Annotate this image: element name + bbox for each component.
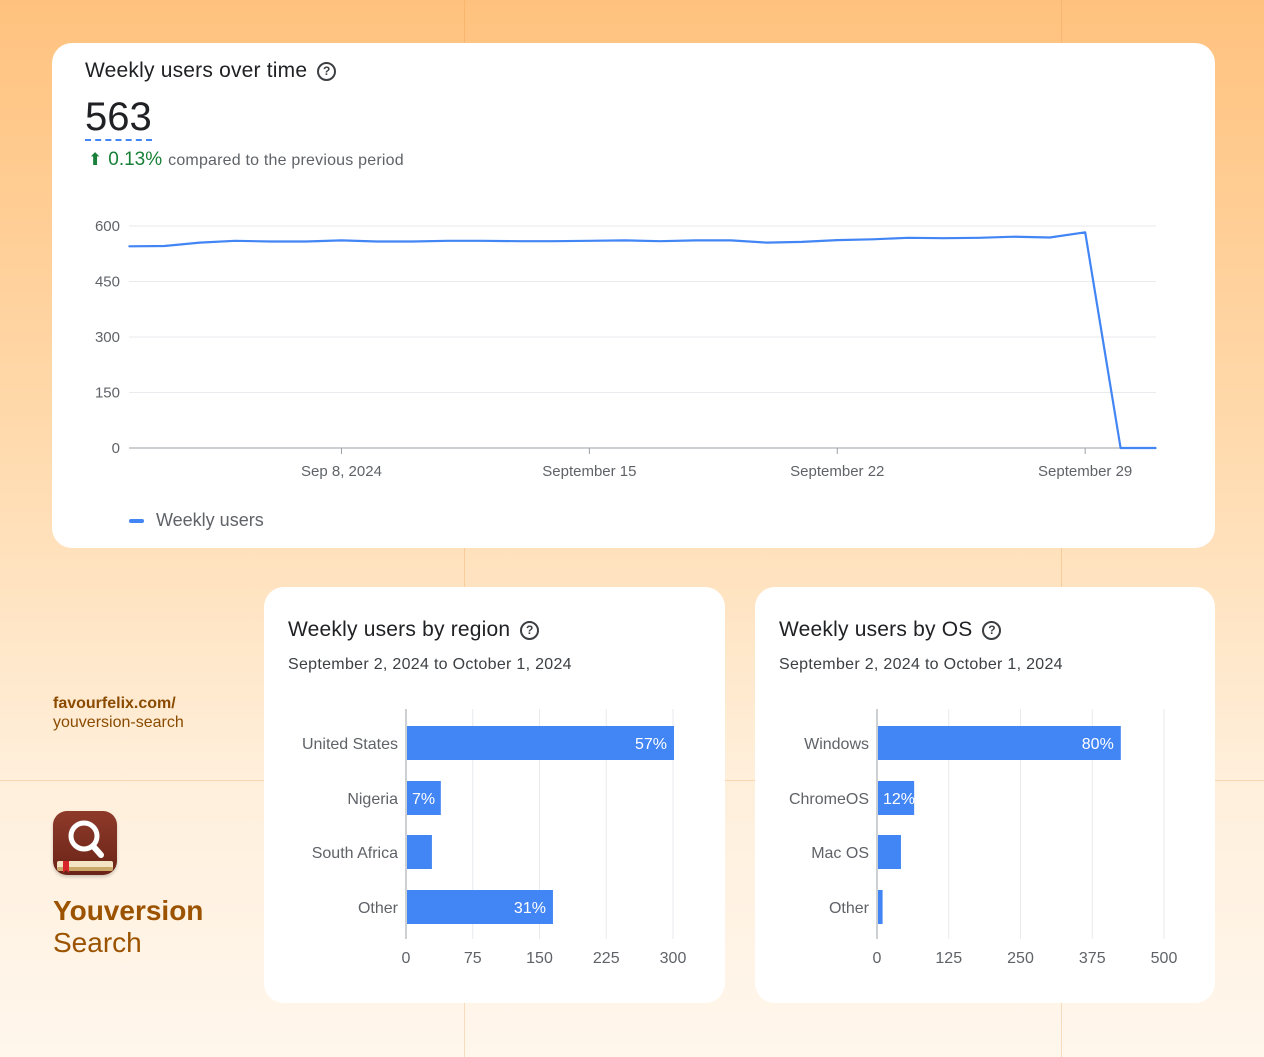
date-range: September 2, 2024 to October 1, 2024 bbox=[288, 656, 572, 673]
y-tick-label: 450 bbox=[95, 274, 120, 291]
card-title: Weekly users by OS ? bbox=[779, 618, 1002, 642]
data-point bbox=[623, 239, 626, 242]
weekly-users-by-os-card: Weekly users by OS ? September 2, 2024 t… bbox=[755, 587, 1215, 1003]
data-point bbox=[1084, 231, 1086, 234]
brand-url: favourfelix.com/ youversion-search bbox=[53, 694, 184, 732]
brand-url-domain: favourfelix.com/ bbox=[53, 695, 176, 712]
data-point bbox=[269, 240, 272, 243]
data-point bbox=[199, 241, 201, 244]
bar bbox=[407, 726, 674, 760]
data-point bbox=[694, 239, 697, 242]
card-title: Weekly users over time ? bbox=[85, 59, 337, 83]
x-tick-label: 250 bbox=[1007, 950, 1034, 967]
os-bar-chart: 0 125 250 375 500 Windows 80% ChromeOS 12% Mac OS… bbox=[789, 709, 1178, 967]
data-point bbox=[1013, 235, 1016, 238]
data-point bbox=[765, 241, 768, 244]
brand-name: Youversion Search bbox=[53, 895, 203, 959]
data-point bbox=[801, 241, 803, 243]
change-percent: 0.13% bbox=[108, 149, 163, 170]
region-bar-chart: 0 75 150 225 300 United States 57% Nigeria 7% Sou… bbox=[302, 709, 687, 967]
data-point bbox=[446, 240, 449, 242]
data-point bbox=[128, 245, 130, 248]
legend-label: Weekly users bbox=[156, 510, 264, 530]
chart-legend: Weekly users bbox=[129, 510, 264, 531]
data-point bbox=[163, 245, 166, 247]
y-tick-label: 600 bbox=[95, 218, 120, 235]
category-label: South Africa bbox=[312, 845, 398, 862]
card-title: Weekly users by region ? bbox=[288, 618, 540, 642]
data-point bbox=[411, 240, 414, 243]
x-tick-label: 300 bbox=[660, 950, 687, 967]
category-label: Mac OS bbox=[811, 845, 869, 862]
data-point bbox=[553, 240, 555, 242]
data-point bbox=[836, 239, 839, 241]
data-point bbox=[659, 240, 662, 242]
category-label: Nigeria bbox=[347, 791, 398, 808]
bar bbox=[878, 835, 901, 869]
category-label: ChromeOS bbox=[789, 791, 869, 808]
data-point bbox=[871, 238, 874, 241]
data-point bbox=[588, 240, 591, 242]
x-tick-label: 500 bbox=[1151, 950, 1178, 967]
data-point bbox=[340, 239, 343, 242]
x-tick-label: 125 bbox=[935, 950, 962, 967]
x-tick-label: September 15 bbox=[542, 463, 636, 480]
change-description: compared to the previous period bbox=[168, 152, 404, 169]
data-point bbox=[1155, 447, 1157, 449]
card-title-text: Weekly users over time bbox=[85, 59, 308, 82]
category-label: Windows bbox=[804, 736, 869, 753]
x-tick-label: 0 bbox=[873, 950, 882, 967]
bar-value-label: 7% bbox=[412, 791, 435, 808]
data-point bbox=[907, 237, 909, 239]
weekly-users-line-chart: 0 150 300 450 600 Sep 8, 2024 September 15 Sept… bbox=[95, 218, 1157, 480]
brand-url-path: youversion-search bbox=[53, 714, 184, 731]
weekly-users-by-region-card: Weekly users by region ? September 2, 20… bbox=[264, 587, 725, 1003]
series-line-weekly-users bbox=[128, 231, 1156, 450]
x-tick-label: Sep 8, 2024 bbox=[301, 463, 382, 480]
brand-name-secondary: Search bbox=[53, 927, 142, 958]
brand-name-primary: Youversion bbox=[53, 895, 204, 926]
y-tick-label: 300 bbox=[95, 329, 120, 346]
help-icon[interactable]: ? bbox=[520, 620, 540, 640]
data-point bbox=[730, 239, 732, 242]
data-point bbox=[376, 240, 378, 243]
change-indicator: ⬆ 0.13% compared to the previous period bbox=[88, 149, 404, 171]
magnifier-book-icon bbox=[53, 811, 117, 875]
bar-value-label: 12% bbox=[883, 791, 915, 808]
bar-value-label: 80% bbox=[1082, 736, 1114, 753]
y-tick-label: 0 bbox=[112, 440, 120, 457]
data-point bbox=[305, 240, 307, 243]
x-tick-label: 150 bbox=[526, 950, 553, 967]
x-tick-label: September 22 bbox=[790, 463, 884, 480]
x-tick-label: September 29 bbox=[1038, 463, 1132, 480]
total-weekly-users-value: 563 bbox=[85, 95, 152, 141]
arrow-up-icon: ⬆ bbox=[88, 150, 103, 169]
help-icon[interactable]: ? bbox=[317, 61, 337, 81]
data-point bbox=[1048, 236, 1051, 239]
bar bbox=[878, 890, 883, 924]
bar-value-label: 31% bbox=[514, 900, 546, 917]
date-range: September 2, 2024 to October 1, 2024 bbox=[779, 656, 1063, 673]
x-tick-label: 225 bbox=[593, 950, 620, 967]
data-point bbox=[942, 237, 945, 240]
category-label: Other bbox=[358, 900, 399, 917]
x-tick-label: 375 bbox=[1079, 950, 1106, 967]
legend-swatch bbox=[129, 518, 144, 523]
category-label: United States bbox=[302, 736, 398, 753]
bar bbox=[407, 835, 432, 869]
data-point bbox=[517, 240, 520, 242]
y-tick-label: 150 bbox=[95, 385, 120, 402]
help-icon[interactable]: ? bbox=[982, 620, 1002, 640]
weekly-users-over-time-card: Weekly users over time ? 563 ⬆ 0.13% com… bbox=[52, 43, 1215, 548]
bar-value-label: 57% bbox=[635, 736, 667, 753]
card-title-text: Weekly users by region bbox=[288, 618, 511, 641]
x-tick-label: 75 bbox=[464, 950, 482, 967]
data-point bbox=[482, 240, 484, 242]
card-title-text: Weekly users by OS bbox=[779, 618, 973, 641]
data-point bbox=[1119, 447, 1122, 449]
x-tick-label: 0 bbox=[402, 950, 411, 967]
category-label: Other bbox=[829, 900, 870, 917]
data-point bbox=[234, 240, 237, 242]
data-point bbox=[978, 237, 980, 239]
